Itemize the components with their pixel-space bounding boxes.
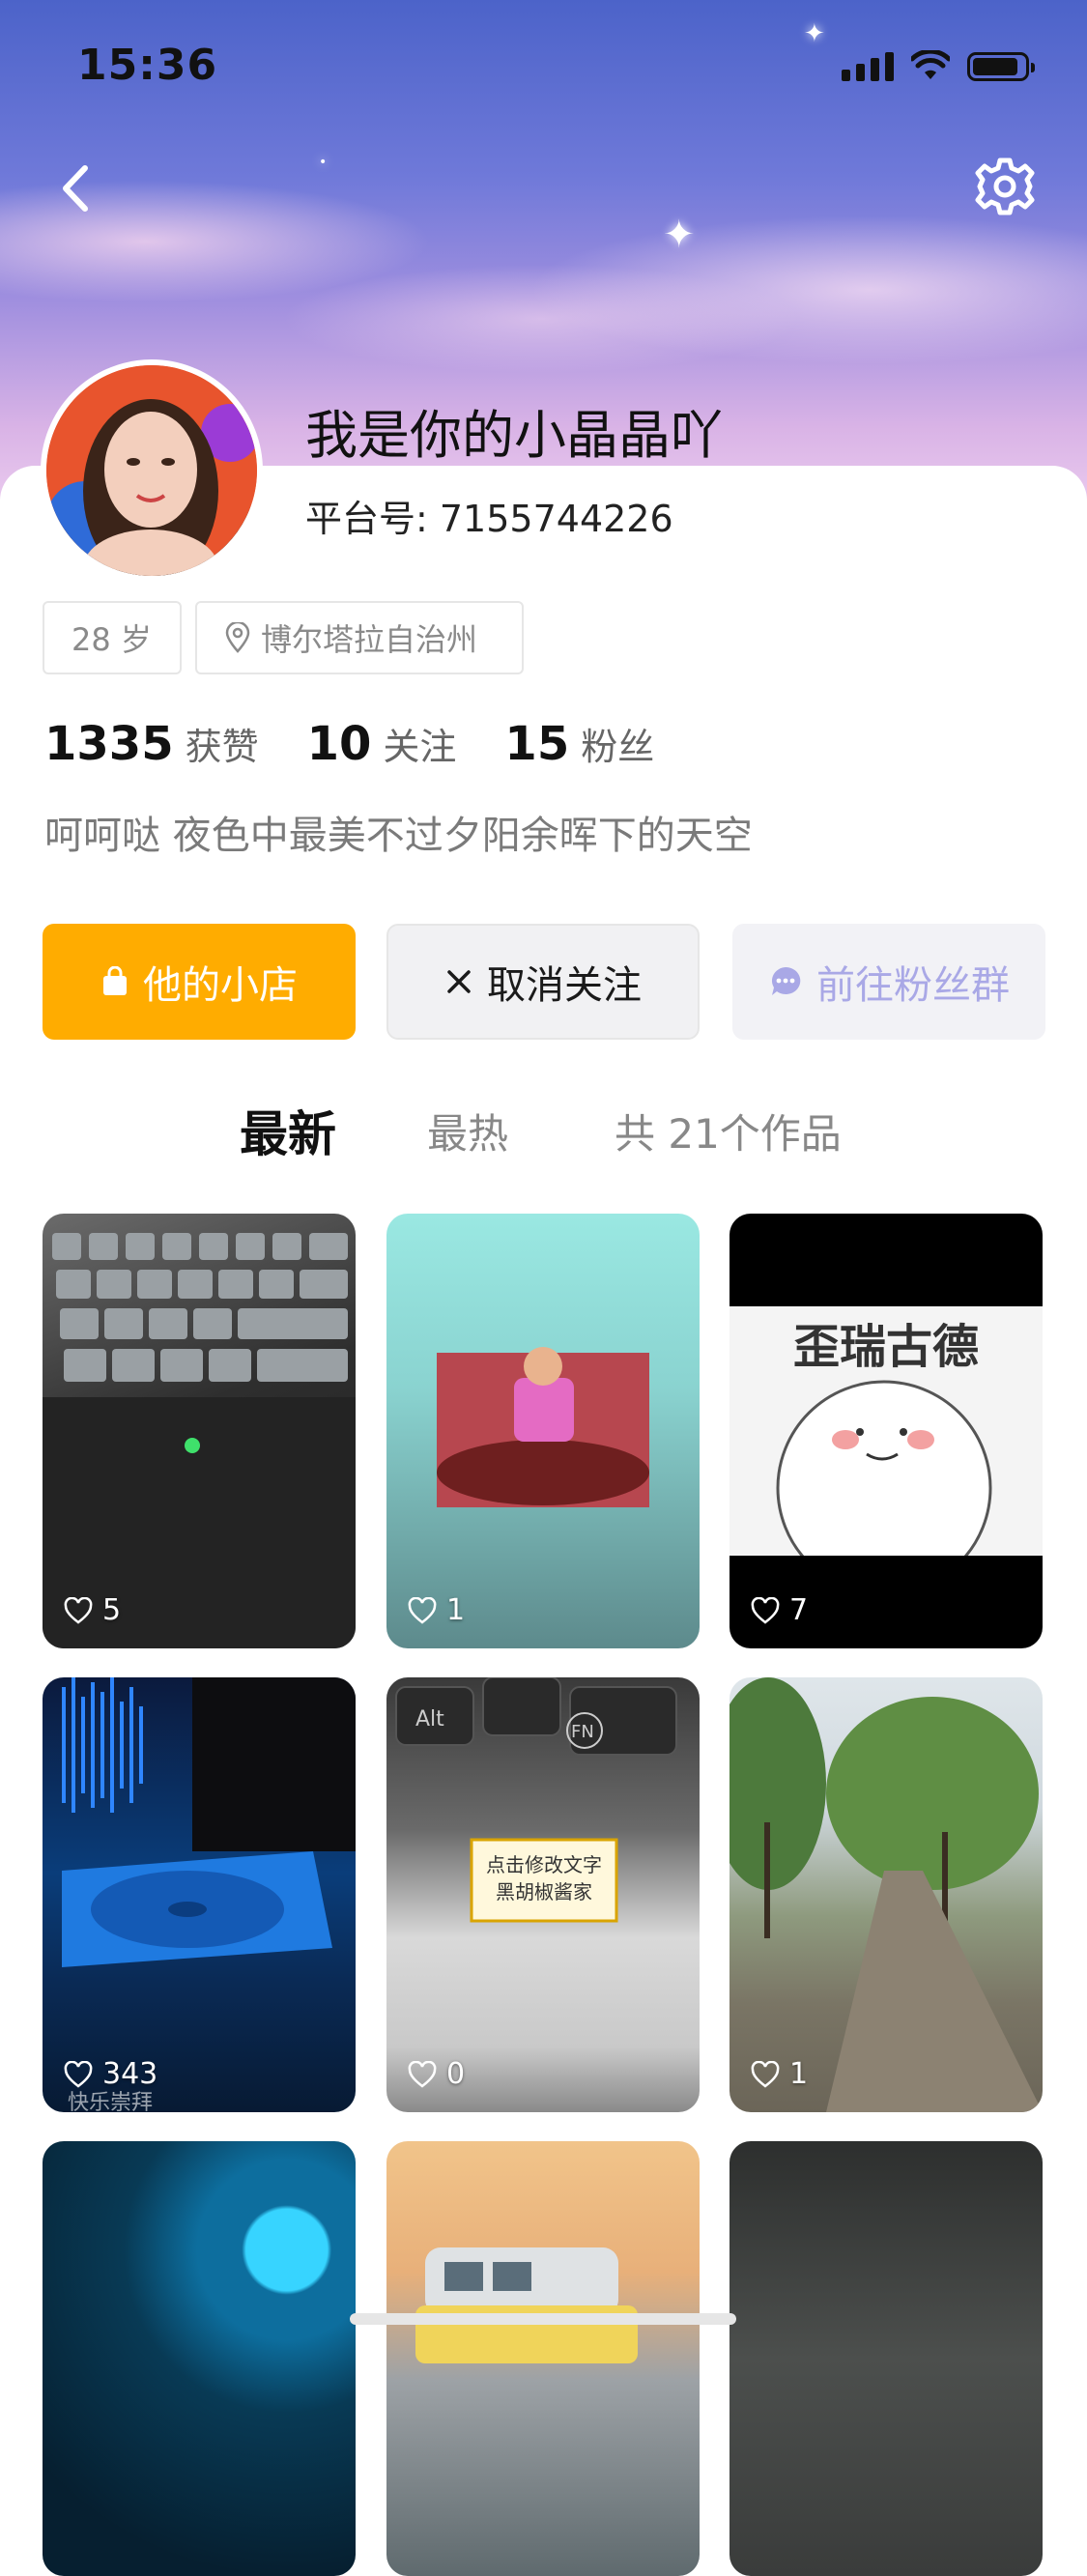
shop-button[interactable]: 他的小店 [43,924,356,1040]
fans-group-button[interactable]: 前往粉丝群 [732,924,1045,1040]
works-tabs: 最新 最热 共 21个作品 [0,1102,1087,1169]
settings-button[interactable] [971,153,1039,220]
keyboard-image [43,1233,356,1648]
status-bar: 15:36 [0,0,1087,128]
likes-count-value: 1 [446,1593,466,1627]
likes-count: 0 [408,2057,465,2091]
platform-id: 平台号: 7155744226 [305,498,673,540]
battery-icon [967,52,1035,81]
location-tag: 博尔塔拉自治州 [195,601,524,674]
likes-count: 1 [751,2057,808,2091]
video-thumbnail[interactable] [386,2141,700,2576]
likes-count-value: 5 [102,1593,122,1627]
heart-icon [64,2060,93,2088]
likes-count-value: 7 [789,1593,809,1627]
wifi-icon [911,50,950,79]
svg-text:FN: FN [571,1722,594,1742]
likes-count: 1 [408,1593,465,1627]
svg-text:Alt: Alt [415,1707,444,1732]
stat-likes[interactable]: 1335 获赞 [44,717,259,771]
chat-bubble-icon [771,966,801,995]
profile-stats: 1335 获赞 10 关注 15 粉丝 [44,717,702,771]
close-icon [447,970,471,993]
age-tag: 28 岁 [43,601,182,674]
age-tag-label: 28 岁 [72,621,152,658]
video-thumbnail[interactable] [729,2141,1043,2576]
location-tag-label: 博尔塔拉自治州 [261,621,478,658]
cellular-signal-icon [842,52,894,81]
video-thumbnail[interactable]: 快乐崇拜 343 [43,1677,356,2112]
status-time: 15:36 [77,41,218,90]
likes-count-value: 343 [102,2057,158,2091]
tab-latest[interactable]: 最新 [240,1096,336,1165]
stat-following-label: 关注 [383,726,457,768]
stat-following[interactable]: 10 关注 [307,717,457,771]
meme-image: 歪瑞古德 [729,1306,1043,1556]
meme-face [776,1380,992,1556]
heart-icon [408,1596,437,1624]
home-indicator [350,2313,736,2325]
status-icons [842,50,1035,81]
likes-count-value: 0 [446,2057,466,2091]
van-image [415,2247,638,2363]
stat-following-value: 10 [306,717,372,771]
stat-fans-value: 15 [504,717,570,771]
video-thumbnail[interactable] [43,2141,356,2576]
unfollow-button[interactable]: 取消关注 [386,924,700,1040]
fans-group-button-label: 前往粉丝群 [816,963,1010,1008]
video-thumbnail[interactable]: 5 [43,1214,356,1648]
heart-icon [64,1596,93,1624]
stat-fans[interactable]: 15 粉丝 [504,717,654,771]
video-thumbnail[interactable]: 1 [386,1214,700,1648]
likes-count: 7 [751,1593,808,1627]
avatar[interactable] [41,359,263,582]
likes-count-value: 1 [789,2057,809,2091]
chevron-left-icon [63,165,88,212]
tree-path-image [729,1677,1043,2112]
likes-count: 343 [64,2057,157,2091]
location-pin-icon [225,622,250,653]
cartoon-image [437,1347,649,1507]
star-decoration: • [319,155,328,170]
stat-likes-label: 获赞 [185,726,259,768]
avatar-image [46,365,257,576]
bio: 呵呵哒 夜色中最美不过夕阳余晖下的天空 [44,814,753,858]
video-thumbnail[interactable]: 歪瑞古德 7 [729,1214,1043,1648]
nickname: 我是你的小晶晶吖 [305,405,723,466]
works-count: 共 21个作品 [615,1110,842,1158]
back-button[interactable] [44,155,112,222]
tab-hot[interactable]: 最热 [427,1102,508,1160]
heart-icon [408,2060,437,2088]
sticker-caption: 点击修改文字 黑胡椒酱家 [486,1853,602,1903]
gear-icon [975,157,1035,215]
heart-icon [751,2060,780,2088]
star-decoration: ✦ [663,213,696,257]
video-thumbnail[interactable]: Alt FN 点击修改文字 黑胡椒酱家 0 [386,1677,700,2112]
video-thumbnail[interactable]: 1 [729,1677,1043,2112]
turntable-image [62,1677,356,1967]
stat-fans-label: 粉丝 [581,726,655,768]
stat-likes-value: 1335 [44,717,174,771]
heart-icon [751,1596,780,1624]
likes-count: 5 [64,1593,121,1627]
unfollow-button-label: 取消关注 [487,963,642,1008]
shopping-bag-icon [103,966,127,995]
shop-button-label: 他的小店 [143,963,298,1008]
